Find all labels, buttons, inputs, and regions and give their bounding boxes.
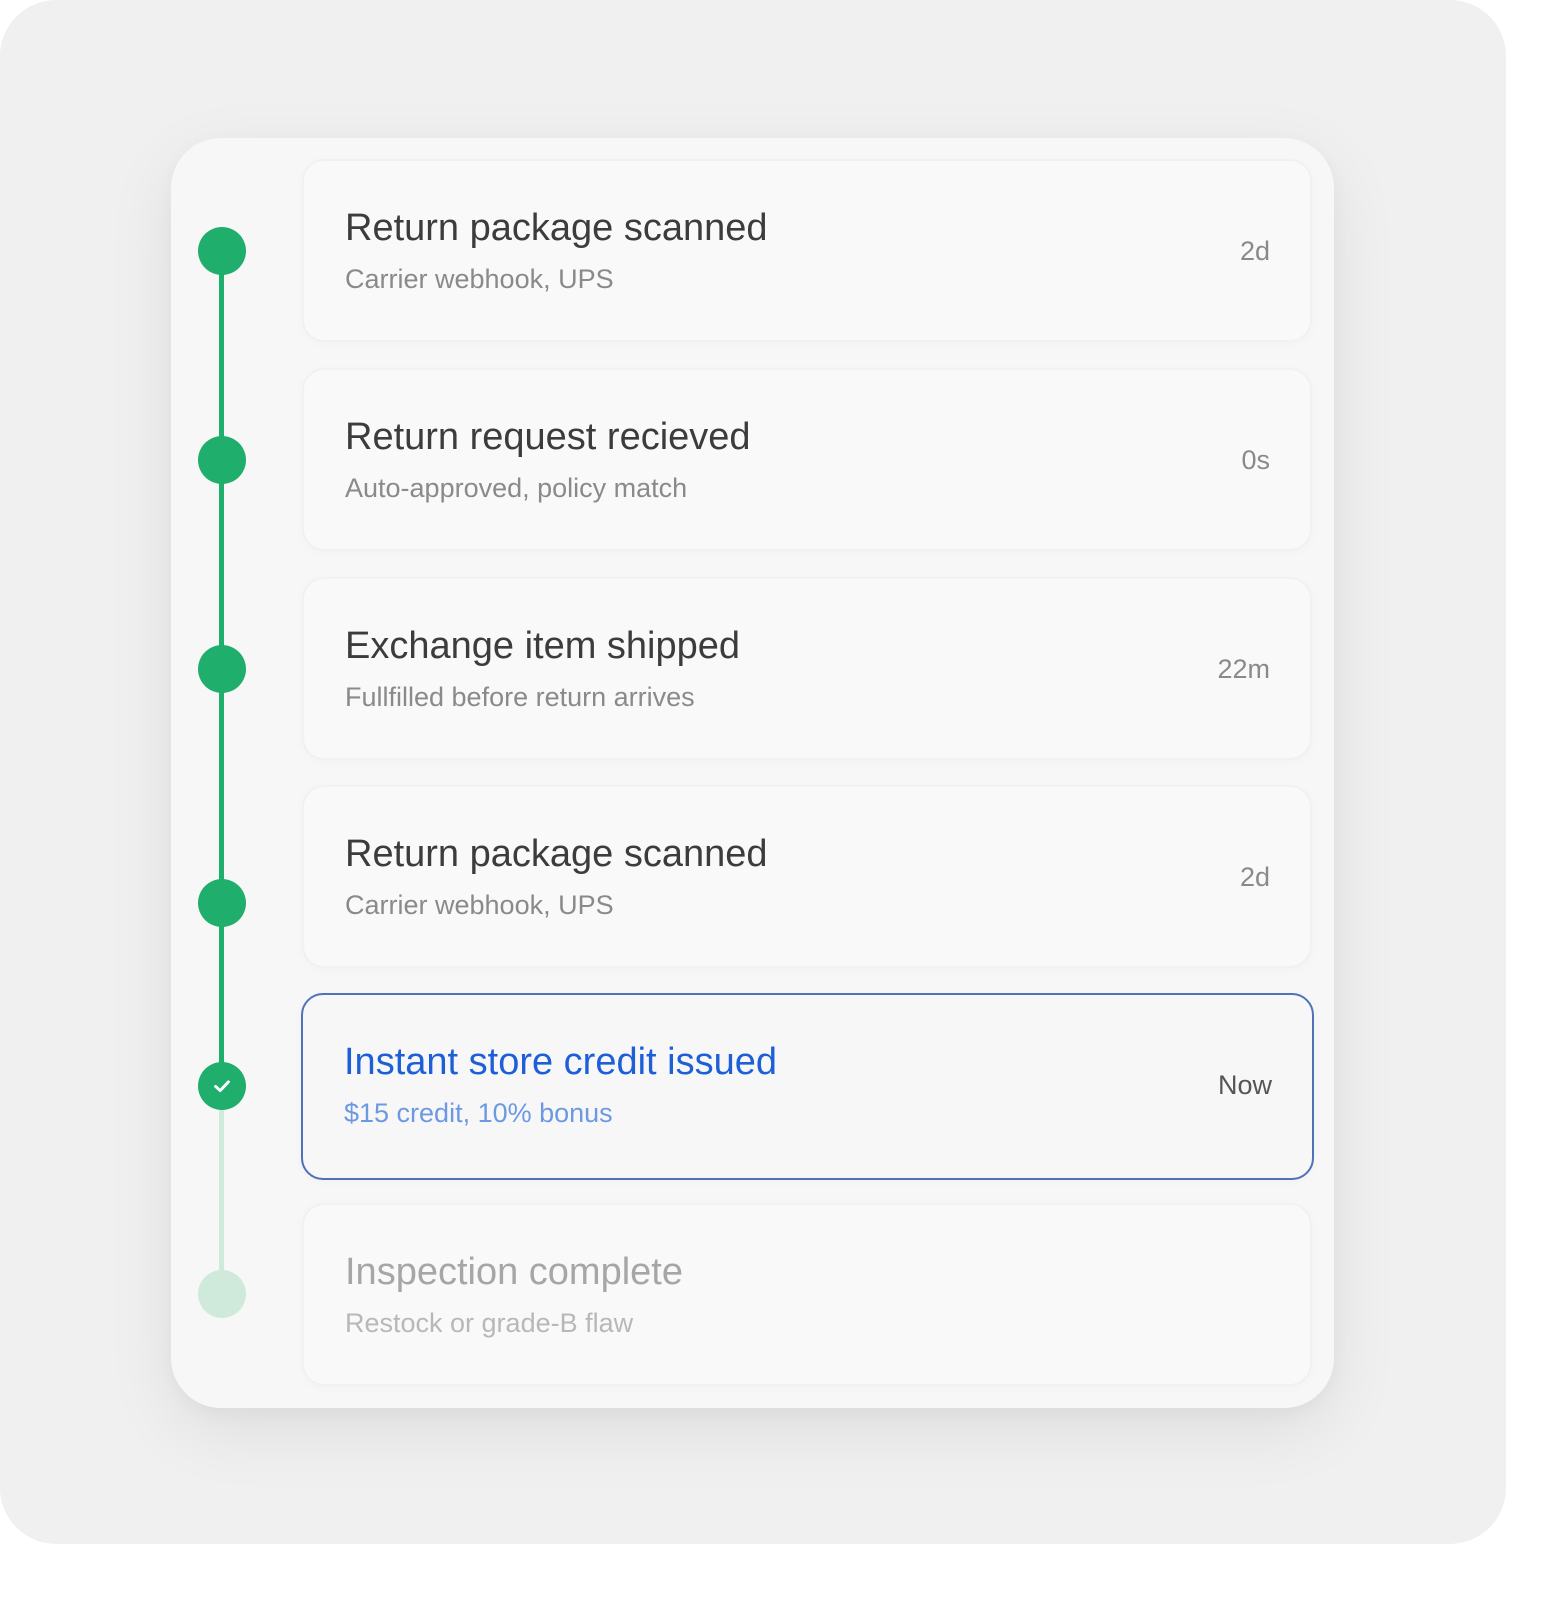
event-time: 22m xyxy=(1217,654,1270,684)
event-title: Exchange item shipped xyxy=(345,625,741,667)
event-time: 0s xyxy=(1241,445,1270,475)
timeline-dot-pending xyxy=(198,1270,246,1318)
event-subtitle: Restock or grade-B flaw xyxy=(345,1308,634,1338)
timeline-dot-complete xyxy=(198,645,246,693)
event-subtitle: Fullfilled before return arrives xyxy=(345,682,695,712)
timeline-rail-pending xyxy=(219,1086,224,1294)
event-title: Return package scanned xyxy=(345,833,768,875)
event-title: Inspection complete xyxy=(345,1251,683,1293)
timeline-dot-complete xyxy=(198,436,246,484)
event-time: Now xyxy=(1217,1070,1272,1100)
event-time: 2d xyxy=(1239,236,1270,266)
event-subtitle: Carrier webhook, UPS xyxy=(345,264,614,294)
timeline-event-return-package-scanned[interactable]: Return package scanned Carrier webhook, … xyxy=(302,159,1312,342)
timeline-dot-complete xyxy=(198,227,246,275)
timeline-event-inspection-complete[interactable]: Inspection complete Restock or grade-B f… xyxy=(302,1203,1312,1386)
timeline-event-return-package-scanned[interactable]: Return package scanned Carrier webhook, … xyxy=(302,785,1312,968)
event-title: Return request recieved xyxy=(345,416,751,458)
timeline-event-instant-store-credit-issued[interactable]: Instant store credit issued $15 credit, … xyxy=(301,993,1314,1180)
event-title: Instant store credit issued xyxy=(344,1041,777,1083)
event-subtitle: Auto-approved, policy match xyxy=(345,473,688,503)
timeline-event-return-request-received[interactable]: Return request recieved Auto-approved, p… xyxy=(302,368,1312,551)
event-time: 2d xyxy=(1239,862,1270,892)
timeline-dot-current xyxy=(198,1062,246,1110)
check-icon xyxy=(211,1075,233,1097)
event-title: Return package scanned xyxy=(345,207,768,249)
timeline-dot-complete xyxy=(198,879,246,927)
timeline-event-exchange-item-shipped[interactable]: Exchange item shipped Fullfilled before … xyxy=(302,577,1312,760)
event-subtitle: Carrier webhook, UPS xyxy=(345,890,614,920)
event-subtitle: $15 credit, 10% bonus xyxy=(344,1098,613,1128)
